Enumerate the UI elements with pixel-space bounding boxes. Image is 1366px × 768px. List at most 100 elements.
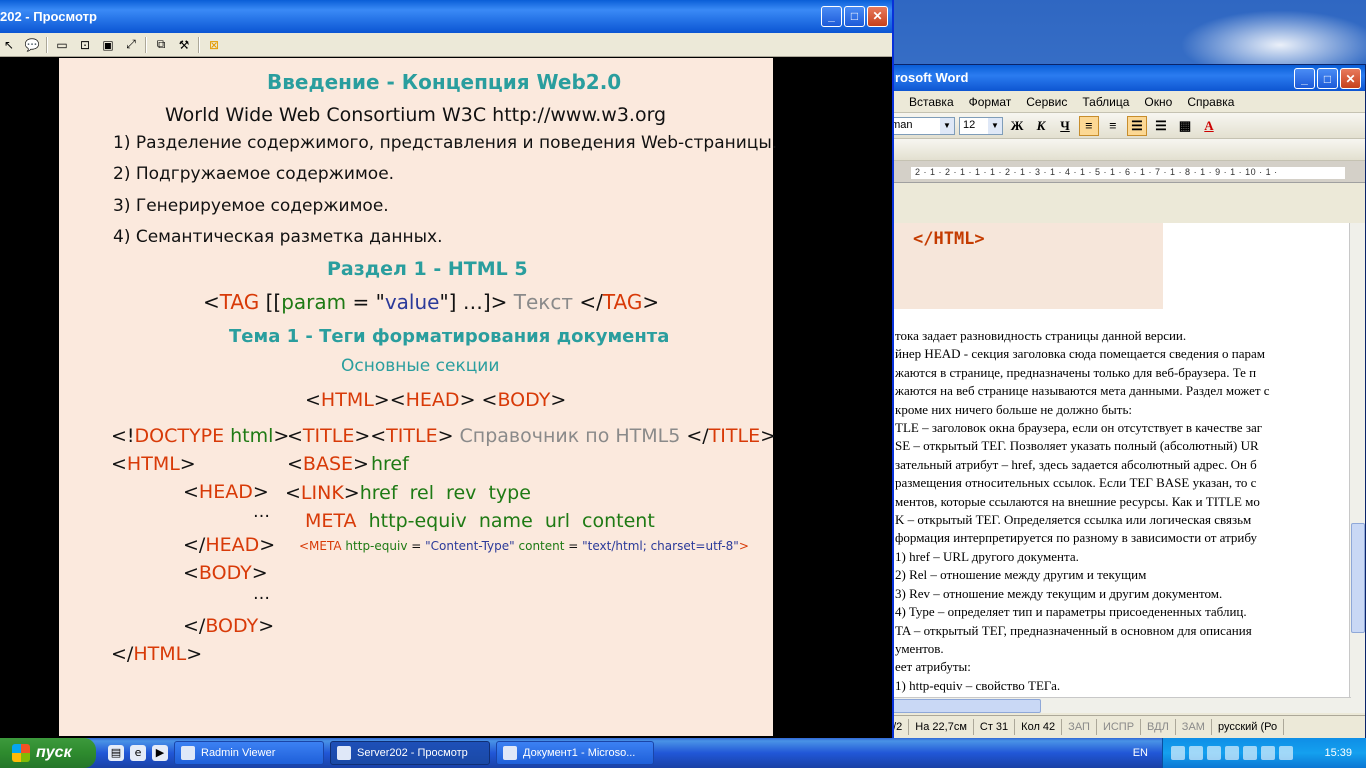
language-indicator[interactable]: EN <box>1133 747 1162 759</box>
volume-icon[interactable] <box>1261 746 1275 760</box>
task-server-view[interactable]: Server202 - Просмотр <box>330 741 490 765</box>
desktop-icon[interactable]: ▤ <box>108 745 124 761</box>
horizontal-scrollbar[interactable] <box>881 697 1351 713</box>
numbering-icon[interactable]: ☰ <box>1127 115 1147 136</box>
word-title-bar[interactable]: rosoft Word _ □ ✕ <box>881 65 1365 91</box>
window-icon[interactable]: ▣ <box>99 36 117 54</box>
tray-icon[interactable] <box>1243 746 1257 760</box>
windows-logo-icon <box>12 744 30 762</box>
maximize-button[interactable]: □ <box>1317 68 1338 89</box>
media-icon[interactable]: ▶ <box>152 745 168 761</box>
fullscreen-icon[interactable]: ▭ <box>53 36 71 54</box>
task-radmin-viewer[interactable]: Radmin Viewer <box>174 741 324 765</box>
viewer-title-bar[interactable]: 202 - Просмотр _ □ ✕ <box>0 0 892 33</box>
link-line: <LINK>href rel rev type <box>285 482 531 504</box>
status-ovr[interactable]: ЗАМ <box>1176 718 1212 735</box>
size-value: 12 <box>963 118 976 131</box>
document-line: йнер HEAD - секция заголовка сюда помеща… <box>895 346 1266 362</box>
word-window[interactable]: rosoft Word _ □ ✕ д Вставка Формат Серви… <box>880 64 1366 740</box>
remote-screen-slide[interactable]: Введение - Концепция Web2.0 World Wide W… <box>59 58 777 736</box>
scroll-thumb[interactable] <box>891 699 1041 713</box>
clock[interactable]: 15:39 <box>1324 747 1366 759</box>
align-left-icon[interactable]: ≡ <box>1079 115 1099 136</box>
chat-icon[interactable]: 💬 <box>23 36 41 54</box>
scroll-thumb[interactable] <box>1351 523 1365 633</box>
menu-window[interactable]: Окно <box>1138 95 1181 109</box>
embedded-slide-image[interactable]: </HTML> <box>883 223 1163 309</box>
document-line: TA – открытый ТЕГ, предназначенный в осн… <box>895 622 1252 638</box>
word-menu-bar: д Вставка Формат Сервис Таблица Окно Спр… <box>881 91 1365 113</box>
body-dots: … <box>253 584 270 604</box>
toolbar-separator <box>46 36 48 53</box>
close-button[interactable]: ✕ <box>867 6 888 27</box>
bullets-icon[interactable]: ☰ <box>1151 116 1171 136</box>
font-color-icon[interactable]: A <box>1199 116 1219 136</box>
stretch-icon[interactable]: ⤢ <box>122 36 140 54</box>
tools-icon[interactable]: ⚒ <box>175 36 193 54</box>
document-line: 1) href – URL другого документа. <box>895 548 1079 564</box>
status-line: Ст 31 <box>974 718 1016 735</box>
sections-line: <HTML><HEAD> <BODY> <box>305 389 567 411</box>
menu-insert[interactable]: Вставка <box>903 95 963 109</box>
document-line: жаются на веб странице называются мета д… <box>895 383 1270 399</box>
vertical-scrollbar[interactable] <box>1349 223 1365 713</box>
radmin-icon <box>181 746 195 760</box>
maximize-button[interactable]: □ <box>844 6 865 27</box>
document-line: 1) http-equiv – свойство ТЕГа. <box>895 677 1061 693</box>
align-center-icon[interactable]: ≡ <box>1103 116 1123 136</box>
tray-icon[interactable] <box>1189 746 1203 760</box>
ruler[interactable]: 2 · 1 · 2 · 1 · 1 · 1 · 2 · 1 · 3 · 1 · … <box>881 161 1365 183</box>
document-line: размещения относительных ссылок. Если ТЕ… <box>895 475 1257 491</box>
document-line: SE – открытый ТЕГ. Позволяет указать пол… <box>895 438 1259 454</box>
ie-icon[interactable]: e <box>130 745 146 761</box>
task-label: Radmin Viewer <box>201 747 276 759</box>
menu-format[interactable]: Формат <box>963 95 1021 109</box>
underline-icon[interactable]: Ч <box>1055 116 1075 136</box>
menu-help[interactable]: Справка <box>1181 95 1243 109</box>
document-line: зательный атрибут – href, здесь задается… <box>895 456 1257 472</box>
head-open-line: <HEAD> <box>183 481 269 503</box>
toolbar-separator <box>198 36 200 53</box>
title-line: <TITLE><TITLE> Справочник по HTML5 </TIT… <box>287 425 777 447</box>
ruler-scale: 2 · 1 · 2 · 1 · 1 · 1 · 2 · 1 · 3 · 1 · … <box>911 167 1345 179</box>
document-line: 3) Rev – отношение между текущим и други… <box>895 585 1223 601</box>
task-label: Документ1 - Microso... <box>523 747 636 759</box>
topic-title: Тема 1 - Теги форматирования документа <box>229 326 670 347</box>
document-area[interactable]: </HTML> тока задает разновидность страни… <box>881 223 1351 713</box>
fit-icon[interactable]: ⊡ <box>76 36 94 54</box>
tray-icon[interactable] <box>1225 746 1239 760</box>
html-open-line: <HTML> <box>111 453 196 475</box>
border-icon[interactable]: ▦ <box>1175 116 1195 136</box>
task-word-document[interactable]: Документ1 - Microso... <box>496 741 654 765</box>
status-rec[interactable]: ЗАП <box>1062 718 1097 735</box>
tag-syntax: <TAG [[param = "value"] …]> Текст </TAG> <box>203 290 660 314</box>
tray-icon[interactable] <box>1207 746 1221 760</box>
point-2: 2) Подгружаемое содержимое. <box>113 164 395 184</box>
minimize-button[interactable]: _ <box>1294 68 1315 89</box>
document-line: 4) Type – определяет тип и параметры при… <box>895 604 1247 620</box>
close-button[interactable]: ✕ <box>1340 68 1361 89</box>
bold-icon[interactable]: Ж <box>1007 116 1027 136</box>
document-line: еет атрибуты: <box>895 659 971 675</box>
status-ext[interactable]: ВДЛ <box>1141 718 1176 735</box>
document-line: жаются в странице, предназначены только … <box>895 364 1257 380</box>
size-select[interactable]: 12 ▼ <box>959 116 1003 135</box>
tray-icon[interactable] <box>1171 746 1185 760</box>
italic-icon[interactable]: К <box>1031 116 1051 136</box>
tray-icon[interactable] <box>1279 746 1293 760</box>
viewer-window[interactable]: 202 - Просмотр _ □ ✕ ↖ 💬 ▭ ⊡ ▣ ⤢ ⧉ ⚒ ⊠ В… <box>0 0 894 740</box>
close-session-icon[interactable]: ⊠ <box>205 36 223 54</box>
minimize-button[interactable]: _ <box>821 6 842 27</box>
point-3: 3) Генерируемое содержимое. <box>113 196 389 216</box>
menu-table[interactable]: Таблица <box>1076 95 1138 109</box>
status-trk[interactable]: ИСПР <box>1097 718 1142 735</box>
status-language: русский (Ро <box>1212 718 1285 735</box>
copy-icon[interactable]: ⧉ <box>152 36 170 54</box>
section-title: Раздел 1 - HTML 5 <box>327 258 528 280</box>
document-line: K – открытый ТЕГ. Определяется ссылка ил… <box>895 512 1252 528</box>
chevron-down-icon: ▼ <box>940 117 954 134</box>
menu-tools[interactable]: Сервис <box>1020 95 1076 109</box>
pointer-icon[interactable]: ↖ <box>0 36 18 54</box>
slide-title: Введение - Концепция Web2.0 <box>267 70 622 94</box>
start-button[interactable]: пуск <box>0 738 96 768</box>
